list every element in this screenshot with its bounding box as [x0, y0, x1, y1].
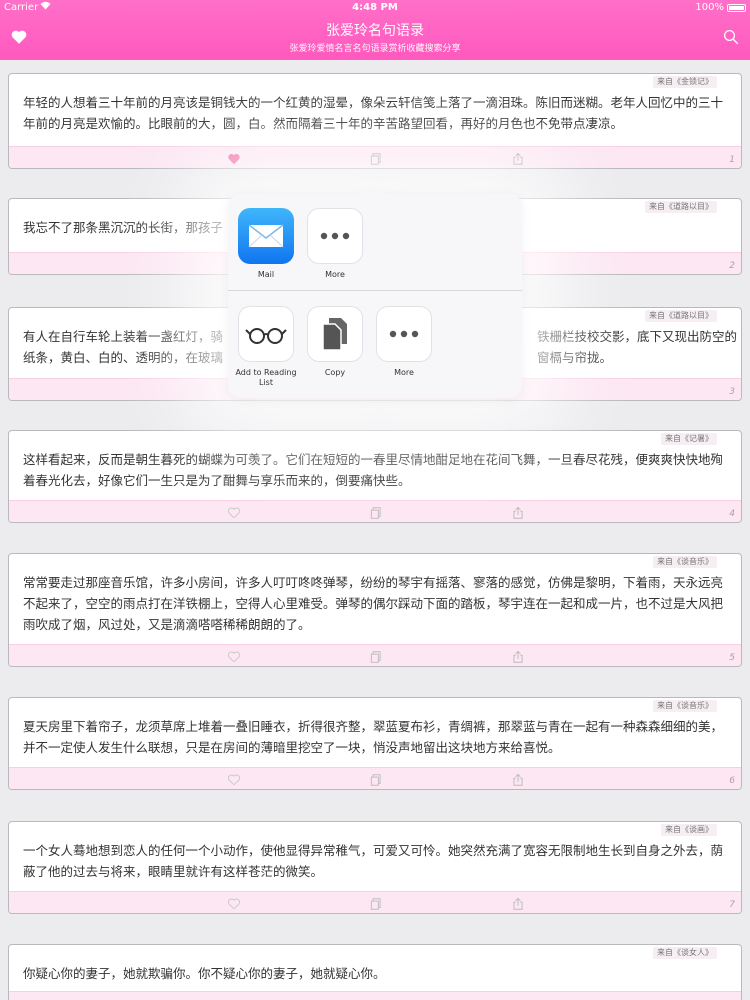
copy-button[interactable]: Copy	[300, 306, 370, 378]
quote-card: 来自《谈音乐》 夏天房里下着帘子，龙须草席上堆着一叠旧睡衣，折得很齐整，翠蓝夏布…	[8, 697, 742, 790]
quote-source: 来自《记暑》	[661, 433, 717, 445]
status-bar: Carrier 4:48 PM 100%	[0, 0, 750, 16]
quote-text: 年轻的人想着三十年前的月亮该是铜钱大的一个红黄的湿晕，像朵云轩信笺上落了一滴泪珠…	[23, 95, 724, 131]
quote-text: 你疑心你的妻子，她就欺骗你。你不疑心你的妻子，她就疑心你。	[23, 966, 386, 981]
quote-source: 来自《谈音乐》	[653, 556, 717, 568]
quote-number: 6	[729, 776, 735, 786]
popover-arrow	[363, 184, 383, 204]
quote-actions: 4	[9, 500, 741, 522]
copy-icon[interactable]	[369, 772, 383, 786]
status-time: 4:48 PM	[352, 2, 398, 13]
quote-source: 来自《道路以目》	[645, 310, 717, 322]
battery-percent: 100%	[695, 2, 724, 13]
copy-icon	[307, 306, 363, 362]
quote-source: 来自《谈画》	[661, 824, 717, 836]
quote-text: 一个女人蓦地想到恋人的任何一个小动作，使他显得异常稚气，可爱又可怜。她突然充满了…	[23, 843, 724, 879]
quote-text-line2-right: 窗槅与帘拢。	[537, 350, 613, 365]
share-more-button[interactable]: More	[300, 208, 370, 280]
quote-card: 来自《谈女人》 你疑心你的妻子，她就欺骗你。你不疑心你的妻子，她就疑心你。 8	[8, 944, 742, 1000]
quote-source: 来自《谈音乐》	[653, 700, 717, 712]
quote-actions: 7	[9, 891, 741, 913]
quote-source: 来自《道路以目》	[645, 201, 717, 213]
quote-actions: 1	[9, 146, 741, 168]
quote-card: 来自《金锁记》 年轻的人想着三十年前的月亮该是铜钱大的一个红黄的湿晕，像朵云轩信…	[8, 73, 742, 169]
quote-card: 来自《谈画》 一个女人蓦地想到恋人的任何一个小动作，使他显得异常稚气，可爱又可怜…	[8, 821, 742, 914]
copy-icon[interactable]	[369, 896, 383, 910]
share-item-label: More	[325, 270, 345, 279]
share-item-label: Copy	[324, 368, 346, 377]
quote-text: 这样看起来，反而是朝生暮死的蝴蝶为可羡了。它们在短短的一春里尽情地酣足地在花间飞…	[23, 452, 724, 488]
quote-number: 3	[729, 387, 735, 397]
like-heart-icon[interactable]	[227, 649, 241, 663]
quote-actions: 8	[9, 991, 741, 1000]
quote-actions: 5	[9, 644, 741, 666]
quote-text: 常常要走过那座音乐馆，许多小房间，许多人叮叮咚咚弹琴，纷纷的琴宇有摇落、寥落的感…	[23, 575, 724, 632]
share-item-label: More	[394, 368, 414, 377]
quote-text-line2-left: 纸条，黄白、白的、透明的，在玻璃	[23, 350, 224, 365]
quote-source: 来自《金锁记》	[653, 76, 717, 88]
quote-number: 1	[729, 155, 735, 165]
more-icon	[307, 208, 363, 264]
quote-source: 来自《谈女人》	[653, 947, 717, 959]
quote-actions: 6	[9, 767, 741, 789]
quote-card: 来自《谈音乐》 常常要走过那座音乐馆，许多小房间，许多人叮叮咚咚弹琴，纷纷的琴宇…	[8, 553, 742, 667]
like-heart-icon[interactable]	[227, 772, 241, 786]
share-icon[interactable]	[511, 505, 525, 519]
share-item-label: Mail	[257, 270, 275, 279]
like-heart-icon[interactable]	[227, 151, 241, 165]
quote-text-left: 有人在自行车轮上装着一盏红灯，骑	[23, 329, 224, 344]
quote-number: 4	[729, 509, 735, 519]
page-title: 张爱玲名句语录	[326, 23, 424, 39]
copy-icon[interactable]	[369, 151, 383, 165]
share-icon[interactable]	[511, 151, 525, 165]
copy-icon[interactable]	[369, 505, 383, 519]
share-sheet-divider	[228, 290, 522, 291]
battery-icon	[727, 4, 746, 12]
like-heart-icon[interactable]	[227, 896, 241, 910]
share-icon[interactable]	[511, 649, 525, 663]
quote-number: 2	[729, 261, 735, 271]
share-mail-button[interactable]: Mail	[231, 208, 301, 280]
quote-text: 夏天房里下着帘子，龙须草席上堆着一叠旧睡衣，折得很齐整，翠蓝夏布衫，青绸裤，那翠…	[23, 719, 724, 755]
action-more-button[interactable]: More	[369, 306, 439, 378]
add-to-reading-list-button[interactable]: Add to Reading List	[231, 306, 301, 388]
share-icon[interactable]	[511, 896, 525, 910]
quote-card: 来自《记暑》 这样看起来，反而是朝生暮死的蝴蝶为可羡了。它们在短短的一春里尽情地…	[8, 430, 742, 523]
share-icon[interactable]	[511, 772, 525, 786]
quote-text-right: 铁栅栏技校交影，底下又现出防空的	[537, 329, 738, 344]
share-sheet-popover: Mail More Add to Reading List Copy More	[228, 184, 522, 398]
share-item-label: Add to Reading List	[235, 368, 297, 387]
search-icon[interactable]	[722, 28, 740, 46]
quote-number: 5	[729, 653, 735, 663]
page-subtitle: 张爱玲爱情名言名句语录赏析收藏搜索分享	[289, 44, 461, 54]
top-bar: Carrier 4:48 PM 100% 张爱玲名句语录 张爱玲爱情名言名句语录…	[0, 0, 750, 60]
more-icon	[376, 306, 432, 362]
mail-icon	[238, 208, 294, 264]
glasses-icon	[238, 306, 294, 362]
copy-icon[interactable]	[369, 649, 383, 663]
quote-number: 7	[729, 900, 735, 910]
like-heart-icon[interactable]	[227, 505, 241, 519]
